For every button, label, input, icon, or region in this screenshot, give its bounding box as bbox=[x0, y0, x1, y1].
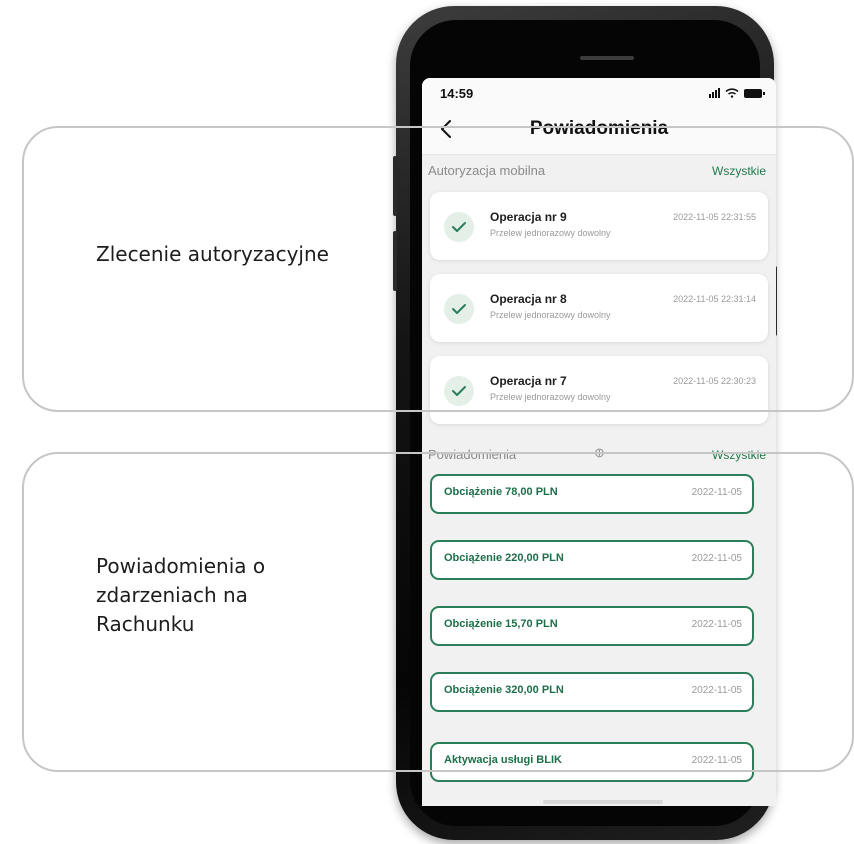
status-icons bbox=[709, 88, 765, 98]
wifi-icon bbox=[725, 88, 739, 98]
authorization-callout-box bbox=[22, 126, 854, 412]
authorization-callout-label: Zlecenie autoryzacyjne bbox=[96, 242, 329, 266]
callout-label-line: zdarzeniach na bbox=[96, 583, 248, 607]
speaker-grille bbox=[580, 56, 634, 60]
callout-label-line: Rachunku bbox=[96, 612, 195, 636]
signal-icon bbox=[709, 88, 720, 98]
status-bar: 14:59 bbox=[422, 78, 776, 112]
home-indicator[interactable] bbox=[543, 800, 663, 804]
callout-label-line: Powiadomienia o bbox=[96, 554, 266, 578]
notifications-callout-label: Powiadomienia o zdarzeniach na Rachunku bbox=[96, 552, 265, 639]
status-time: 14:59 bbox=[440, 86, 474, 101]
battery-icon bbox=[744, 89, 765, 98]
